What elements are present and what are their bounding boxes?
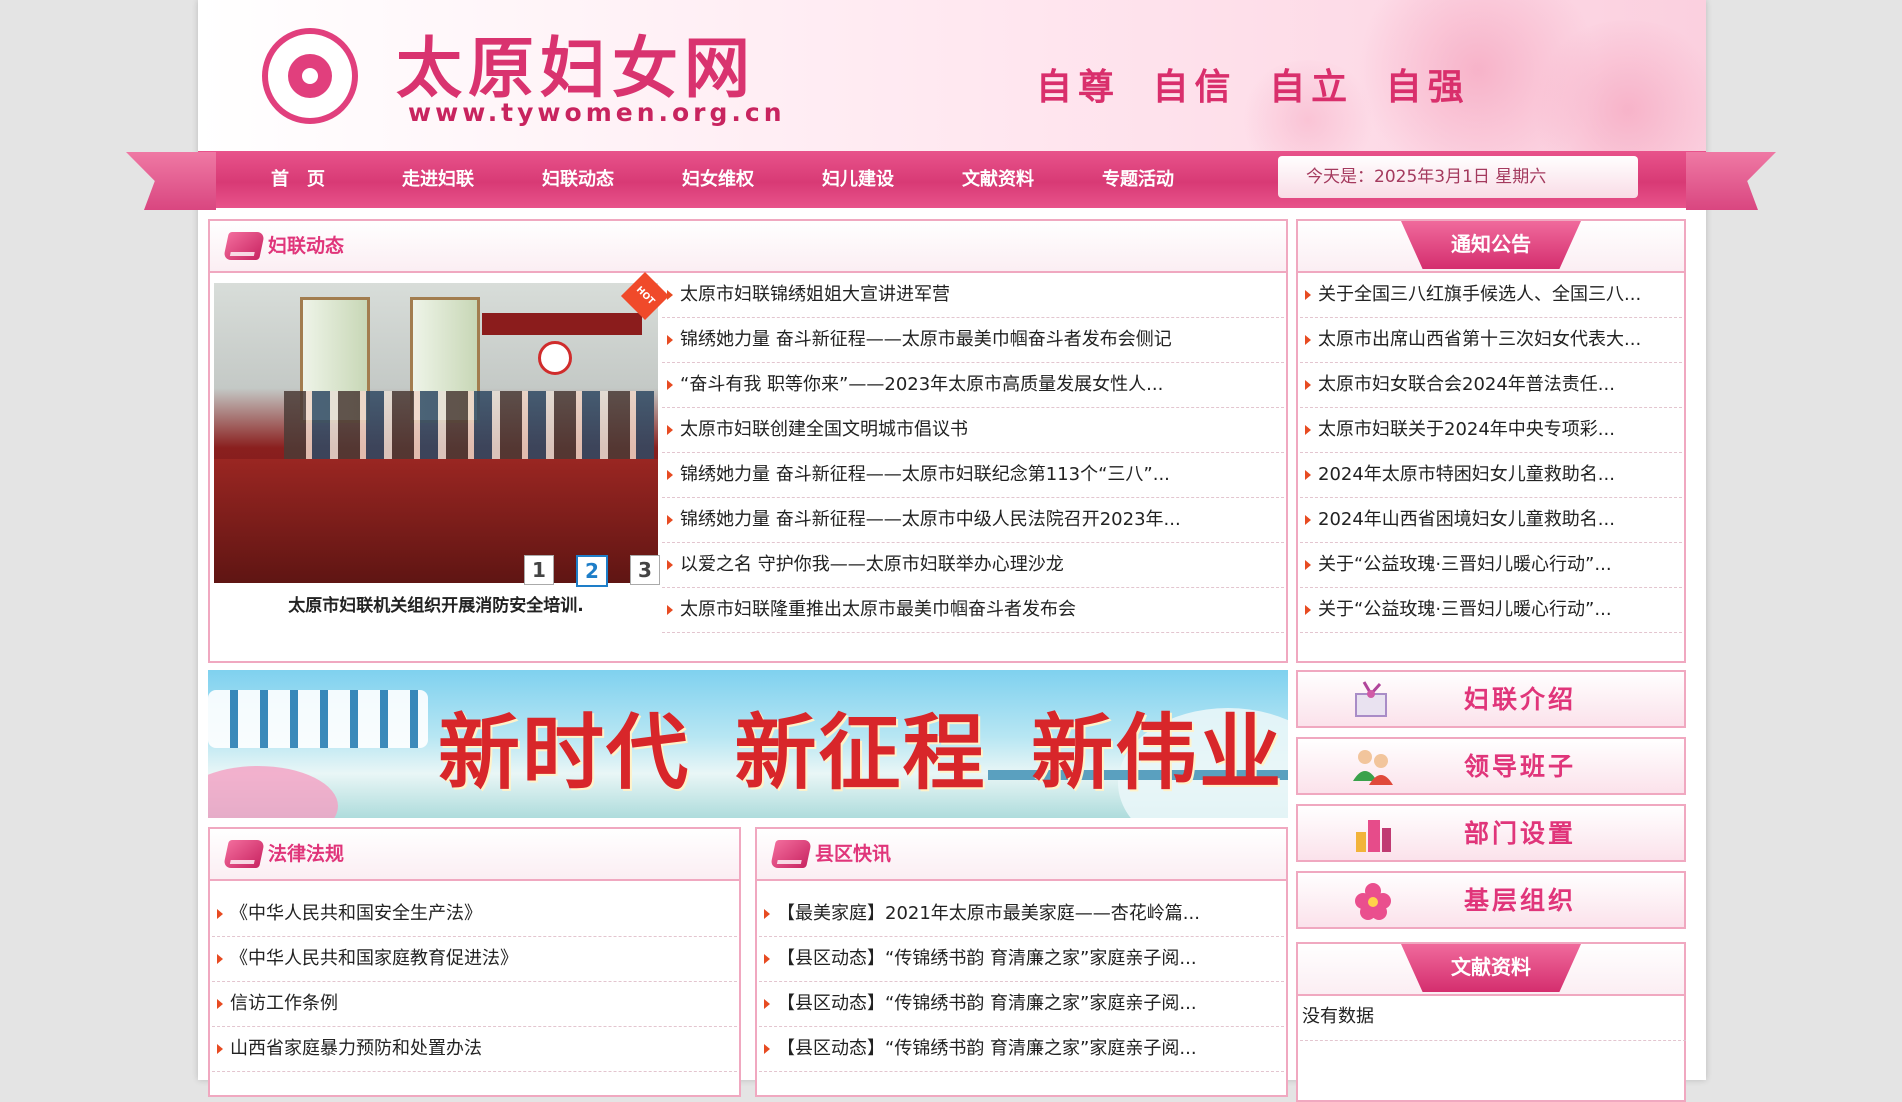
notice-list: 关于全国三八红旗手候选人、全国三八... 太原市出席山西省第十三次妇女代表大..… [1300,273,1682,633]
book-icon [223,232,265,260]
promo-banner[interactable]: 新时代 新征程 新伟业 [208,670,1288,818]
gift-icon [1355,681,1387,717]
women-federation-logo-icon[interactable] [262,28,358,124]
news-list: 太原市妇联锦绣姐姐大宣讲进军营 锦绣她力量 奋斗新征程——太原市最美巾帼奋斗者发… [662,273,1284,633]
slideshow-pager: 1 2 3 [524,555,660,587]
law-panel: 法律法规 《中华人民共和国安全生产法》 《中华人民共和国家庭教育促进法》 信访工… [208,827,741,1097]
notice-panel-title[interactable]: 通知公告 [1401,221,1581,269]
law-list: 《中华人民共和国安全生产法》 《中华人民共和国家庭教育促进法》 信访工作条例 山… [212,892,737,1072]
banner-text: 新时代 新征程 新伟业 [438,705,1284,801]
notice-item[interactable]: 太原市妇女联合会2024年普法责任... [1300,363,1682,408]
county-item[interactable]: 【县区动态】“传锦绣书韵 育清廉之家”家庭亲子阅... [759,937,1284,982]
law-item[interactable]: 山西省家庭暴力预防和处置办法 [212,1027,737,1072]
nav-documents[interactable]: 文献资料 [928,151,1068,208]
site-url: www.tywomen.org.cn [408,98,786,127]
main-nav: 首 页 走进妇联 妇联动态 妇女维权 妇儿建设 文献资料 专题活动 今天是：20… [198,151,1706,208]
people-icon [1353,750,1393,785]
grassroots-button[interactable]: 基层组织 [1296,871,1686,929]
news-item[interactable]: 锦绣她力量 奋斗新征程——太原市中级人民法院召开2023年... [662,498,1284,543]
page: 太原妇女网 www.tywomen.org.cn 自尊 自信 自立 自强 首 页… [198,0,1706,1102]
notice-item[interactable]: 太原市妇联关于2024年中央专项彩... [1300,408,1682,453]
nav-news[interactable]: 妇联动态 [508,151,648,208]
law-item[interactable]: 信访工作条例 [212,982,737,1027]
nav-about[interactable]: 走进妇联 [368,151,508,208]
date-display: 今天是：2025年3月1日 星期六 [1278,156,1638,198]
book-icon [770,840,812,868]
notice-item[interactable]: 关于“公益玫瑰·三晋妇儿暖心行动”... [1300,543,1682,588]
notice-item[interactable]: 2024年太原市特困妇女儿童救助名... [1300,453,1682,498]
building-icon [1356,820,1391,852]
county-item[interactable]: 【县区动态】“传锦绣书韵 育清廉之家”家庭亲子阅... [759,982,1284,1027]
county-news-panel: 县区快讯 【最美家庭】2021年太原市最美家庭——杏花岭篇... 【县区动态】“… [755,827,1288,1097]
flower-icon [1355,883,1391,920]
federation-intro-button[interactable]: 妇联介绍 [1296,670,1686,728]
county-list: 【最美家庭】2021年太原市最美家庭——杏花岭篇... 【县区动态】“传锦绣书韵… [759,892,1284,1072]
news-panel: 妇联动态 HOT 1 2 3 太原市妇联机关组织开展消防安全培训. 太原市妇联锦… [208,219,1288,663]
book-icon [223,840,265,868]
slideshow-caption[interactable]: 太原市妇联机关组织开展消防安全培训. [214,591,658,616]
news-slideshow-image[interactable] [214,283,658,583]
county-panel-title[interactable]: 县区快讯 [815,829,891,879]
law-item[interactable]: 《中华人民共和国安全生产法》 [212,892,737,937]
grassroots-label: 基层组织 [1464,886,1577,915]
notice-panel: 通知公告 关于全国三八红旗手候选人、全国三八... 太原市出席山西省第十三次妇女… [1296,219,1686,663]
nav-rights[interactable]: 妇女维权 [648,151,788,208]
slide-button-2[interactable]: 2 [576,555,608,587]
docs-panel-title[interactable]: 文献资料 [1401,944,1581,992]
slide-button-3[interactable]: 3 [630,555,660,585]
news-item[interactable]: 锦绣她力量 奋斗新征程——太原市最美巾帼奋斗者发布会侧记 [662,318,1284,363]
news-item[interactable]: 锦绣她力量 奋斗新征程——太原市妇联纪念第113个“三八”... [662,453,1284,498]
news-panel-title[interactable]: 妇联动态 [268,221,344,271]
notice-item[interactable]: 关于全国三八红旗手候选人、全国三八... [1300,273,1682,318]
news-item[interactable]: 太原市妇联锦绣姐姐大宣讲进军营 [662,273,1284,318]
law-item[interactable]: 《中华人民共和国家庭教育促进法》 [212,937,737,982]
notice-item[interactable]: 太原市出席山西省第十三次妇女代表大... [1300,318,1682,363]
county-item[interactable]: 【最美家庭】2021年太原市最美家庭——杏花岭篇... [759,892,1284,937]
news-item[interactable]: 太原市妇联创建全国文明城市倡议书 [662,408,1284,453]
nav-home[interactable]: 首 页 [228,151,368,208]
leadership-button[interactable]: 领导班子 [1296,737,1686,795]
nav-special[interactable]: 专题活动 [1068,151,1208,208]
slide-button-1[interactable]: 1 [524,555,554,585]
departments-button[interactable]: 部门设置 [1296,804,1686,862]
leadership-label: 领导班子 [1464,752,1577,781]
departments-label: 部门设置 [1464,819,1577,848]
federation-intro-label: 妇联介绍 [1464,685,1577,714]
nav-construction[interactable]: 妇儿建设 [788,151,928,208]
county-item[interactable]: 【县区动态】“传锦绣书韵 育清廉之家”家庭亲子阅... [759,1027,1284,1072]
docs-panel: 文献资料 没有数据 [1296,942,1686,1102]
notice-item[interactable]: 关于“公益玫瑰·三晋妇儿暖心行动”... [1300,588,1682,633]
nav-ribbon-left [126,152,216,210]
news-item[interactable]: 太原市妇联隆重推出太原市最美巾帼奋斗者发布会 [662,588,1284,633]
site-title[interactable]: 太原妇女网 [396,28,756,108]
news-item[interactable]: “奋斗有我 职等你来”——2023年太原市高质量发展女性人... [662,363,1284,408]
news-item[interactable]: 以爱之名 守护你我——太原市妇联举办心理沙龙 [662,543,1284,588]
site-header: 太原妇女网 www.tywomen.org.cn 自尊 自信 自立 自强 [198,0,1706,151]
notice-item[interactable]: 2024年山西省困境妇女儿童救助名... [1300,498,1682,543]
nav-ribbon-right [1686,152,1776,210]
law-panel-title[interactable]: 法律法规 [268,829,344,879]
slogan: 自尊 自信 自立 自强 [1036,67,1470,108]
docs-empty-text: 没有数据 [1300,996,1686,1041]
